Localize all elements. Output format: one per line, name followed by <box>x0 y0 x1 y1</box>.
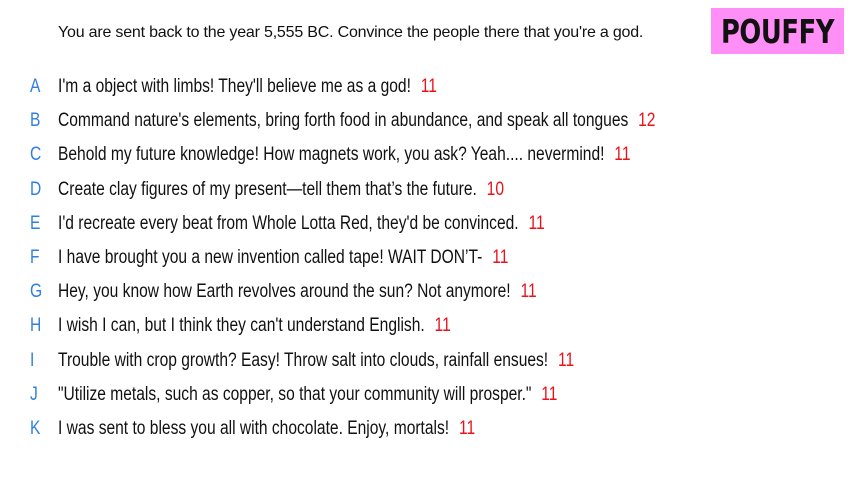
answer-text: Trouble with crop growth? Easy! Throw sa… <box>58 349 549 371</box>
answer-score: 11 <box>458 417 476 439</box>
answer-letter: A <box>30 76 41 98</box>
answer-score: 11 <box>557 349 575 371</box>
pouffy-logo: POUFFY <box>711 8 844 54</box>
answer-text-line: I was sent to bless you all with chocola… <box>58 418 475 440</box>
answer-item-h: H I wish I can, but I think they can't u… <box>0 309 853 343</box>
answer-text-line: "Utilize metals, such as copper, so that… <box>58 384 557 406</box>
answer-text: I was sent to bless you all with chocola… <box>58 417 450 439</box>
answer-item-f: F I have brought you a new invention cal… <box>0 241 853 275</box>
answer-score: 10 <box>486 178 505 200</box>
answer-text: I have brought you a new invention calle… <box>58 247 483 269</box>
answer-text: I'd recreate every beat from Whole Lotta… <box>58 212 519 234</box>
answer-item-k: K I was sent to bless you all with choco… <box>0 412 853 446</box>
answer-score: 11 <box>420 76 437 98</box>
answer-text: I'm a object with limbs! They'll believe… <box>58 76 411 98</box>
answer-item-g: G Hey, you know how Earth revolves aroun… <box>0 275 853 309</box>
answer-item-d: D Create clay figures of my present—tell… <box>0 173 853 207</box>
answer-text: Command nature's elements, bring forth f… <box>58 110 629 132</box>
answer-text-line: Trouble with crop growth? Easy! Throw sa… <box>58 350 574 372</box>
answer-letter: C <box>30 144 42 166</box>
answer-item-i: I Trouble with crop growth? Easy! Throw … <box>0 344 853 378</box>
answer-item-j: J "Utilize metals, such as copper, so th… <box>0 378 853 412</box>
answer-letter: F <box>30 247 40 269</box>
answer-text-line: Hey, you know how Earth revolves around … <box>58 281 537 303</box>
answer-text: "Utilize metals, such as copper, so that… <box>58 383 532 405</box>
answer-text-line: I have brought you a new invention calle… <box>58 247 508 269</box>
prompt-text: You are sent back to the year 5,555 BC. … <box>58 24 644 41</box>
answer-text-line: I'm a object with limbs! They'll believe… <box>58 76 437 98</box>
answer-item-e: E I'd recreate every beat from Whole Lot… <box>0 207 853 241</box>
answer-item-b: B Command nature's elements, bring forth… <box>0 104 853 138</box>
answer-list: A I'm a object with limbs! They'll belie… <box>0 70 853 446</box>
answer-letter: B <box>30 110 41 132</box>
answer-text-line: I wish I can, but I think they can't und… <box>58 315 451 337</box>
answer-letter: D <box>30 178 42 200</box>
answer-score: 12 <box>638 110 656 132</box>
answer-item-c: C Behold my future knowledge! How magnet… <box>0 138 853 172</box>
answer-text-line: Create clay figures of my present—tell t… <box>58 179 504 201</box>
answer-letter: E <box>30 212 41 234</box>
answer-letter: K <box>30 417 41 439</box>
answer-score: 11 <box>541 383 558 405</box>
answer-text-line: Command nature's elements, bring forth f… <box>58 110 655 132</box>
answer-text: Behold my future knowledge! How magnets … <box>58 144 605 166</box>
logo-text: POUFFY <box>720 11 835 51</box>
answer-letter: H <box>30 315 42 337</box>
answer-score: 11 <box>614 144 631 166</box>
answer-text: I wish I can, but I think they can't und… <box>58 315 425 337</box>
answer-letter: I <box>30 349 35 371</box>
answer-text-line: Behold my future knowledge! How magnets … <box>58 144 630 166</box>
answer-text: Create clay figures of my present—tell t… <box>58 178 477 200</box>
answer-score: 11 <box>520 281 537 303</box>
answer-letter: G <box>30 281 43 303</box>
answer-score: 11 <box>492 247 509 269</box>
answer-text: Hey, you know how Earth revolves around … <box>58 281 511 303</box>
answer-score: 11 <box>434 315 451 337</box>
answer-item-a: A I'm a object with limbs! They'll belie… <box>0 70 853 104</box>
answer-score: 11 <box>528 212 545 234</box>
answer-text-line: I'd recreate every beat from Whole Lotta… <box>58 213 545 235</box>
answer-letter: J <box>30 383 38 405</box>
